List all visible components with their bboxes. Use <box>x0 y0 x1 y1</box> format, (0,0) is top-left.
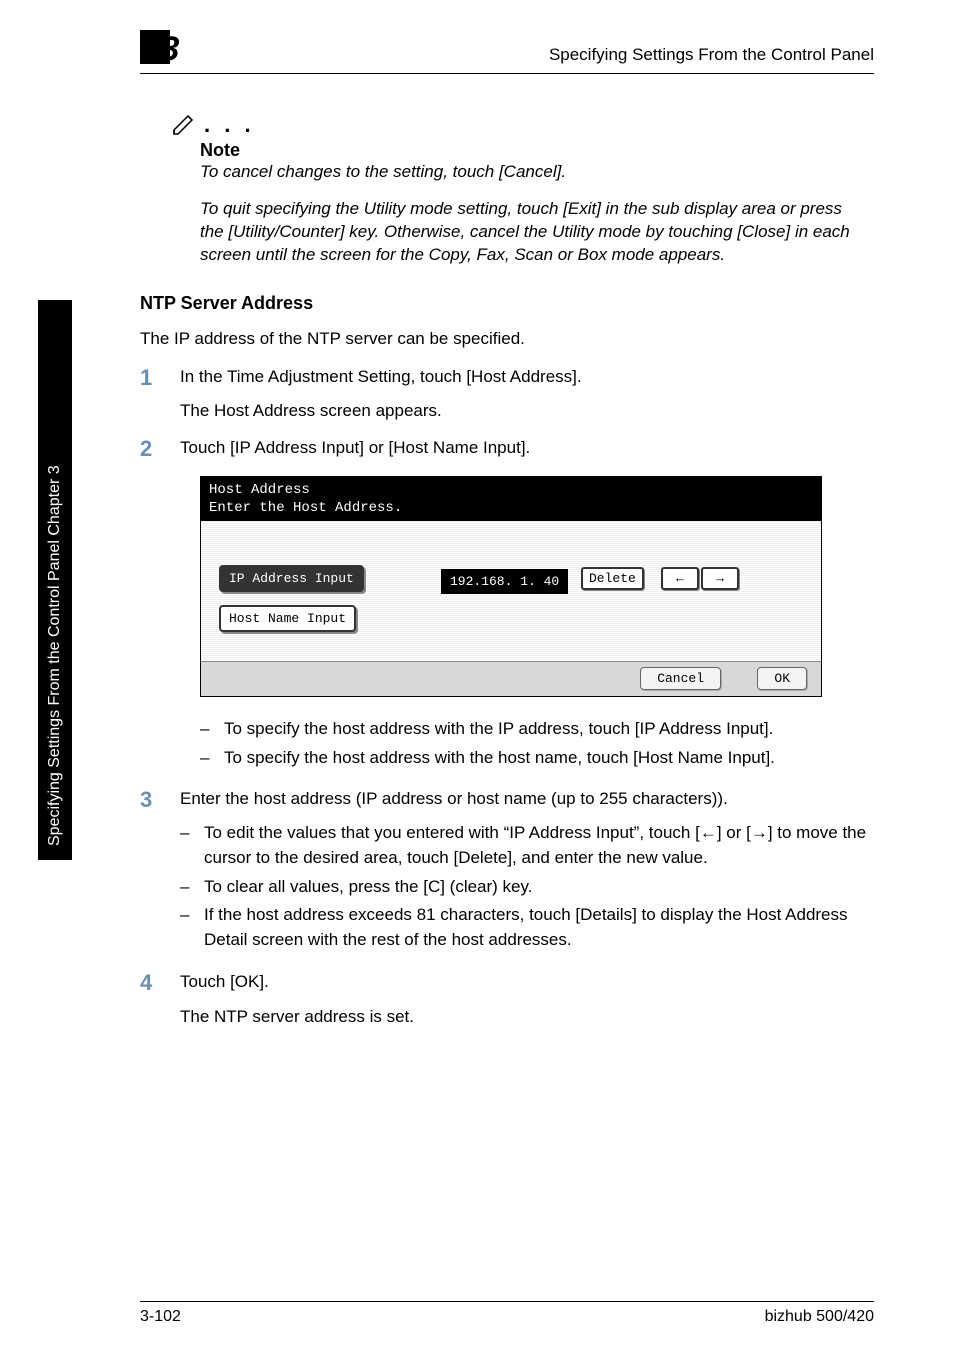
ok-button[interactable]: OK <box>757 667 807 690</box>
step-2-bullet-2: To specify the host address with the hos… <box>224 746 775 771</box>
dash-icon: – <box>180 821 204 870</box>
note-icon-row: . . . <box>170 110 874 138</box>
running-header: 3 Specifying Settings From the Control P… <box>140 30 874 74</box>
step-3: 3 Enter the host address (IP address or … <box>140 787 874 957</box>
section-heading: NTP Server Address <box>140 293 874 314</box>
dash-icon: – <box>200 717 224 742</box>
screenshot-body: IP Address Input Host Name Input 192.168… <box>201 521 821 662</box>
step-1-text: In the Time Adjustment Setting, touch [H… <box>180 365 874 390</box>
arrow-right-button[interactable]: → <box>701 567 739 590</box>
step-1-sub: The Host Address screen appears. <box>180 399 874 424</box>
footer-product-name: bizhub 500/420 <box>765 1308 874 1326</box>
cancel-button[interactable]: Cancel <box>640 667 721 690</box>
step-1: 1 In the Time Adjustment Setting, touch … <box>140 365 874 424</box>
dash-icon: – <box>200 746 224 771</box>
arrow-left-button[interactable]: ← <box>661 567 699 590</box>
step-2-bullets: –To specify the host address with the IP… <box>200 717 874 770</box>
step-3-bullet-3: If the host address exceeds 81 character… <box>204 903 874 952</box>
step-2-number: 2 <box>140 436 180 462</box>
step-2-bullet-1: To specify the host address with the IP … <box>224 717 773 742</box>
step-3-bullet-2: To clear all values, press the [C] (clea… <box>204 875 532 900</box>
page-footer: 3-102 bizhub 500/420 <box>140 1301 874 1326</box>
dash-icon: – <box>180 875 204 900</box>
screenshot-titlebar: Host Address Enter the Host Address. <box>201 477 821 521</box>
step-4-sub: The NTP server address is set. <box>180 1005 874 1030</box>
screenshot-title-1: Host Address <box>209 481 813 499</box>
step-3-bullet-1: To edit the values that you entered with… <box>204 821 874 870</box>
delete-button[interactable]: Delete <box>581 567 644 590</box>
step-3-number: 3 <box>140 787 180 957</box>
step-4-text: Touch [OK]. <box>180 970 874 995</box>
note-para-2: To quit specifying the Utility mode sett… <box>200 198 864 267</box>
host-name-input-button[interactable]: Host Name Input <box>219 605 356 632</box>
step-1-number: 1 <box>140 365 180 424</box>
step-4: 4 Touch [OK]. The NTP server address is … <box>140 970 874 1029</box>
running-title: Specifying Settings From the Control Pan… <box>179 45 874 65</box>
note-para-1: To cancel changes to the setting, touch … <box>200 161 864 184</box>
host-address-screenshot: Host Address Enter the Host Address. IP … <box>200 476 822 697</box>
ip-address-value: 192.168. 1. 40 <box>441 569 568 594</box>
screenshot-title-2: Enter the Host Address. <box>209 499 813 517</box>
step-4-number: 4 <box>140 970 180 1029</box>
pencil-icon <box>170 110 198 138</box>
dash-icon: – <box>180 903 204 952</box>
step-3-text: Enter the host address (IP address or ho… <box>180 787 874 812</box>
ip-address-input-button[interactable]: IP Address Input <box>219 565 364 592</box>
screenshot-footer: Cancel OK <box>201 662 821 696</box>
chapter-number-block: 3 <box>140 30 179 69</box>
side-tab: Specifying Settings From the Control Pan… <box>38 300 72 860</box>
chapter-number: 3 <box>160 30 179 68</box>
note-dots: . . . <box>204 112 255 138</box>
step-2-text: Touch [IP Address Input] or [Host Name I… <box>180 436 874 462</box>
note-heading: Note <box>200 140 874 161</box>
section-intro: The IP address of the NTP server can be … <box>140 328 874 351</box>
footer-page-number: 3-102 <box>140 1308 181 1326</box>
step-2: 2 Touch [IP Address Input] or [Host Name… <box>140 436 874 462</box>
